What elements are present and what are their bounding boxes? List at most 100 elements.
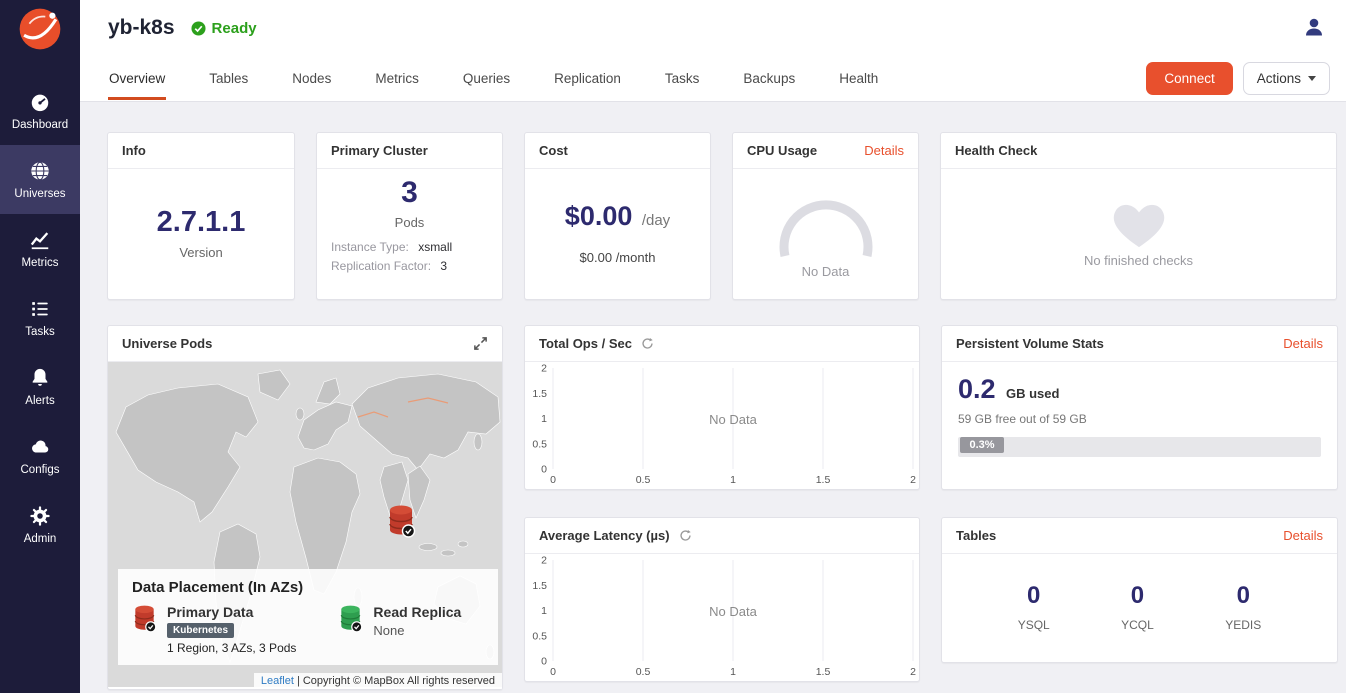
sidebar-item-label: Universes (14, 188, 65, 200)
sidebar: Dashboard Universes Metrics (0, 0, 80, 693)
tab-overview[interactable]: Overview (108, 57, 166, 100)
overview-content: Info 2.7.1.1 Version Primary Cluster 3 P… (80, 102, 1346, 693)
y-tick: 0 (541, 656, 547, 668)
refresh-icon (679, 529, 692, 542)
x-tick: 1 (730, 474, 736, 486)
data-placement-title: Data Placement (In AZs) (132, 579, 484, 596)
persistent-volume-card: Persistent Volume Stats Details 0.2 GB u… (941, 325, 1338, 490)
ysql-label: YSQL (1018, 618, 1050, 632)
ysql-count: 0 (1018, 582, 1050, 610)
primary-cluster-card: Primary Cluster 3 Pods Instance Type: xs… (316, 132, 503, 300)
primary-database-icon (132, 604, 157, 633)
main-area: yb-k8s Ready Overview Tables Nodes Metri… (80, 0, 1346, 693)
pods-count: 3 (331, 177, 488, 209)
replication-factor-row: Replication Factor: 3 (331, 259, 488, 273)
volume-details-link[interactable]: Details (1283, 336, 1323, 351)
sidebar-item-dashboard[interactable]: Dashboard (0, 76, 80, 145)
tab-tables[interactable]: Tables (208, 57, 249, 100)
y-tick: 1 (541, 605, 547, 617)
heart-icon (1108, 197, 1170, 251)
x-tick: 0 (550, 666, 556, 678)
status-badge: Ready (191, 20, 257, 37)
no-data-label: No Data (709, 604, 757, 619)
sidebar-item-tasks[interactable]: Tasks (0, 283, 80, 352)
x-axis-ticks: 0 0.5 1 1.5 2 (550, 666, 916, 678)
version-caption: Version (179, 245, 222, 260)
card-title: Primary Cluster (331, 143, 428, 158)
tables-details-link[interactable]: Details (1283, 528, 1323, 543)
sidebar-item-configs[interactable]: Configs (0, 421, 80, 490)
sidebar-item-label: Configs (21, 464, 60, 476)
check-circle-icon (191, 21, 206, 36)
map-container: Data Placement (In AZs) (108, 362, 502, 689)
read-replica-label: Read Replica (373, 604, 461, 620)
tab-health[interactable]: Health (838, 57, 879, 100)
cost-unit: /day (642, 212, 670, 229)
y-axis-ticks: 2 1.5 1 0.5 0 (532, 555, 547, 668)
ops-chart: 2 1.5 1 0.5 0 0 0.5 1 1.5 (525, 362, 921, 487)
replica-database-icon (338, 604, 363, 633)
expand-map-button[interactable] (473, 336, 488, 351)
read-replica-value: None (373, 623, 461, 638)
actions-label: Actions (1257, 71, 1301, 86)
map-attribution: Leaflet | Copyright © MapBox All rights … (254, 673, 502, 689)
expand-icon (473, 336, 488, 351)
y-tick: 2 (541, 363, 547, 375)
cpu-details-link[interactable]: Details (864, 143, 904, 158)
actions-dropdown-button[interactable]: Actions (1243, 62, 1330, 95)
volume-usage-fill: 0.3% (960, 437, 1004, 453)
yugabytedb-logo[interactable] (0, 0, 80, 76)
connect-button[interactable]: Connect (1146, 62, 1232, 95)
dashboard-icon (29, 91, 51, 113)
tabbar: Overview Tables Nodes Metrics Queries Re… (80, 56, 1346, 102)
tab-tasks[interactable]: Tasks (664, 57, 701, 100)
gauge-arc-icon (761, 186, 891, 262)
total-ops-card: Total Ops / Sec (524, 325, 920, 490)
cost-per-month: $0.00 /month (580, 250, 656, 265)
sidebar-item-alerts[interactable]: Alerts (0, 352, 80, 421)
instance-type-value: xsmall (418, 240, 452, 254)
caret-down-icon (1308, 76, 1316, 81)
no-data-label: No Data (709, 412, 757, 427)
card-title: Info (122, 143, 146, 158)
card-title: Tables (956, 528, 996, 543)
average-latency-card: Average Latency (µs) (524, 517, 920, 682)
tab-replication[interactable]: Replication (553, 57, 622, 100)
tab-metrics[interactable]: Metrics (374, 57, 420, 100)
cost-per-day: $0.00 (565, 201, 633, 231)
refresh-ops-button[interactable] (641, 337, 654, 350)
leaflet-link[interactable]: Leaflet (261, 675, 294, 687)
x-tick: 0.5 (636, 474, 651, 486)
x-tick: 1 (730, 666, 736, 678)
cpu-usage-card: CPU Usage Details No Data (732, 132, 919, 300)
cost-card: Cost $0.00 /day $0.00 /month (524, 132, 711, 300)
refresh-icon (641, 337, 654, 350)
tables-card: Tables Details 0 YSQL 0 YCQL (941, 517, 1338, 663)
instance-type-row: Instance Type: xsmall (331, 240, 488, 254)
topbar: yb-k8s Ready (80, 0, 1346, 56)
instance-type-label: Instance Type: (331, 240, 409, 254)
tab-nodes[interactable]: Nodes (291, 57, 332, 100)
sidebar-item-label: Alerts (25, 395, 54, 407)
status-text: Ready (212, 20, 257, 37)
user-menu-button[interactable] (1298, 11, 1330, 46)
sidebar-item-admin[interactable]: Admin (0, 490, 80, 559)
replication-factor-value: 3 (440, 259, 447, 273)
refresh-latency-button[interactable] (679, 529, 692, 542)
pod-location-marker-icon[interactable] (386, 504, 416, 538)
universe-pods-card: Universe Pods (107, 325, 503, 690)
read-replica-item: Read Replica None (338, 604, 461, 655)
tab-backups[interactable]: Backups (742, 57, 796, 100)
card-title: Average Latency (µs) (539, 528, 670, 543)
tab-queries[interactable]: Queries (462, 57, 511, 100)
sidebar-item-metrics[interactable]: Metrics (0, 214, 80, 283)
gear-icon (29, 505, 51, 527)
y-tick: 1.5 (532, 388, 547, 400)
sidebar-item-universes[interactable]: Universes (0, 145, 80, 214)
x-tick: 0.5 (636, 666, 651, 678)
card-title: Persistent Volume Stats (956, 336, 1104, 351)
volume-usage-bar: 0.3% (958, 437, 1321, 457)
data-placement-panel: Data Placement (In AZs) (118, 569, 498, 665)
app-window: Dashboard Universes Metrics (0, 0, 1346, 693)
yugabytedb-logo-icon (17, 6, 63, 52)
